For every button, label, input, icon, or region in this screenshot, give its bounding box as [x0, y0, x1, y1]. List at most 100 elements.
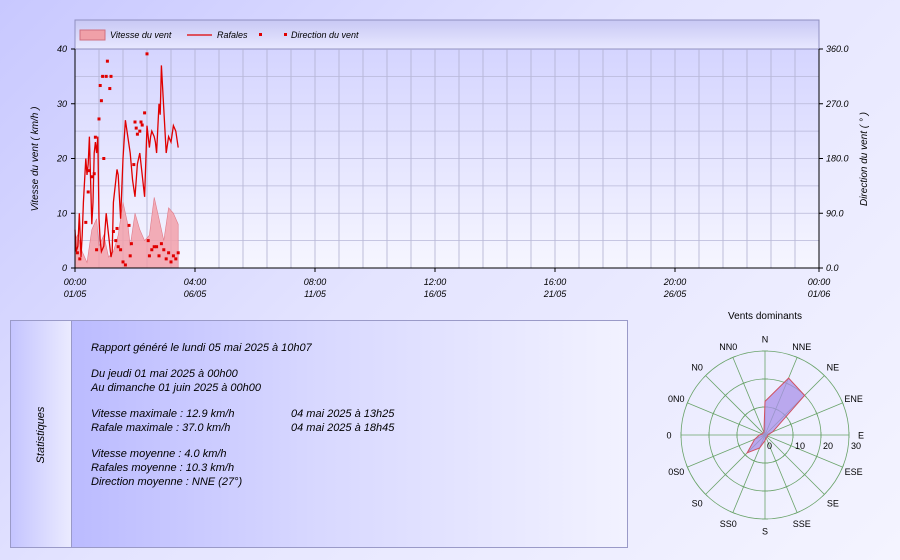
legend-swatch-direction-a — [259, 33, 262, 36]
series-direction-point — [101, 74, 105, 78]
x-tick-time: 20:00 — [663, 277, 687, 287]
avg-speed: Vitesse moyenne : 4.0 km/h — [91, 448, 227, 460]
series-direction-point — [104, 74, 108, 78]
series-direction-point — [114, 239, 118, 243]
series-direction-point — [135, 132, 139, 136]
y2-tick-label: 360.0 — [826, 44, 849, 54]
y-tick-label: 10 — [57, 208, 67, 218]
series-direction-point — [84, 220, 88, 224]
rose-spoke — [705, 375, 766, 436]
series-direction-point — [169, 260, 173, 264]
rose-radial-tick-label: 30 — [851, 441, 861, 451]
series-direction-point — [102, 157, 106, 160]
wind-time-chart: 0 10 20 30 40 0.0 90.0 180.0 270.0 360.0 00:00 01/0… — [30, 19, 870, 299]
series-direction-point — [129, 242, 133, 246]
series-direction-point — [90, 175, 94, 179]
max-speed-row: Vitesse maximale : 12.9 km/h 04 mai 2025… — [91, 407, 394, 421]
x-tick-date: 06/05 — [184, 289, 208, 299]
x-tick-date: 21/05 — [543, 289, 568, 299]
rose-direction-label: NE — [827, 363, 840, 373]
series-direction-point — [119, 248, 123, 252]
avg-gust: Rafales moyenne : 10.3 km/h — [91, 462, 235, 474]
series-direction-point — [133, 120, 137, 124]
series-direction-point — [87, 169, 91, 173]
rose-direction-label: E — [858, 431, 864, 441]
rose-direction-label: N0 — [691, 363, 703, 373]
series-direction-point — [150, 248, 154, 252]
x-tick-time: 16:00 — [544, 277, 567, 287]
x-tick-time: 12:00 — [424, 277, 447, 287]
x-tick-time: 04:00 — [184, 277, 207, 287]
x-tick-date: 11/05 — [304, 289, 327, 299]
series-direction-point — [128, 254, 132, 258]
report-generated: Rapport généré le lundi 05 mai 2025 à 10… — [91, 342, 312, 354]
rose-direction-label: ESE — [845, 467, 863, 477]
series-direction-point — [138, 129, 142, 133]
x-tick-time: 00:00 — [64, 277, 87, 287]
rose-direction-label: NN0 — [719, 342, 737, 352]
y-tick-label: 40 — [57, 44, 67, 54]
statistics-panel: Statistiques Rapport généré le lundi 05 … — [10, 320, 628, 548]
max-speed-label: Vitesse maximale : 12.9 km/h — [91, 408, 235, 420]
legend-box — [74, 19, 820, 50]
rose-direction-label: 0S0 — [668, 467, 684, 477]
series-direction-point — [162, 248, 166, 252]
series-direction-point — [147, 254, 151, 258]
series-direction-point — [121, 260, 125, 264]
rose-radial-tick-label: 20 — [823, 441, 833, 451]
period-end: Au dimanche 01 juin 2025 à 00h00 — [91, 382, 262, 394]
max-gust-row: Rafale maximale : 37.0 km/h 04 mai 2025 … — [91, 421, 394, 435]
series-direction-point — [132, 163, 136, 167]
max-gust-label: Rafale maximale : 37.0 km/h — [91, 422, 231, 434]
chart-legend: Vitesse du vent Rafales Direction du ven… — [79, 29, 359, 41]
x-tick-time: 08:00 — [304, 277, 327, 287]
series-direction-point — [93, 135, 97, 139]
series-direction-point — [157, 254, 161, 258]
statistics-content: Rapport généré le lundi 05 mai 2025 à 10… — [91, 341, 394, 489]
legend-swatch-speed — [79, 29, 106, 41]
series-direction-point — [116, 245, 120, 249]
y2-tick-label: 270.0 — [825, 99, 849, 109]
series-direction-point — [108, 87, 112, 91]
y-tick-label: 0 — [62, 263, 67, 273]
rose-direction-label: SS0 — [720, 519, 737, 529]
series-direction-point — [95, 248, 99, 252]
series-direction-point — [86, 190, 90, 194]
series-direction-point — [143, 111, 147, 115]
x-tick-date: 01/06 — [808, 289, 831, 299]
rose-direction-label: S — [762, 527, 768, 537]
series-direction-point — [146, 239, 150, 243]
avg-direction: Direction moyenne : NNE (27°) — [91, 476, 243, 488]
period-start: Du jeudi 01 mai 2025 à 00h00 — [91, 368, 238, 380]
series-direction-point — [127, 223, 131, 227]
rose-direction-label: ENE — [844, 394, 863, 404]
y-tick-label: 30 — [57, 99, 67, 109]
x-tick-date: 16/05 — [424, 289, 448, 299]
series-direction-point — [92, 172, 96, 176]
series-direction-point — [164, 257, 168, 261]
rose-radial-tick-label: 0 — [767, 441, 772, 451]
legend-label-direction: Direction du vent — [291, 30, 359, 40]
rose-direction-label: NNE — [792, 342, 811, 352]
series-direction-point — [99, 99, 103, 103]
y-tick-label: 20 — [56, 154, 67, 164]
max-gust-date: 04 mai 2025 à 18h45 — [291, 422, 395, 434]
rose-direction-label: SSE — [793, 519, 811, 529]
plot-background — [74, 19, 820, 269]
series-direction-point — [134, 126, 138, 130]
rose-direction-label: N — [762, 335, 769, 345]
series-direction-point — [155, 245, 159, 249]
rose-direction-label: S0 — [692, 498, 703, 508]
series-direction-point — [97, 117, 101, 121]
series-direction-point — [78, 257, 82, 261]
series-direction-point — [75, 251, 79, 255]
series-direction-point — [171, 254, 175, 258]
y2-tick-label: 90.0 — [826, 208, 844, 218]
series-direction-point — [174, 257, 178, 261]
y2-tick-label: 0.0 — [826, 263, 839, 273]
series-direction-point — [115, 226, 119, 230]
rose-radial-tick-label: 10 — [795, 441, 805, 451]
rose-direction-label: 0N0 — [668, 394, 685, 404]
series-direction-point — [159, 242, 163, 246]
legend-label-gust: Rafales — [217, 30, 248, 40]
